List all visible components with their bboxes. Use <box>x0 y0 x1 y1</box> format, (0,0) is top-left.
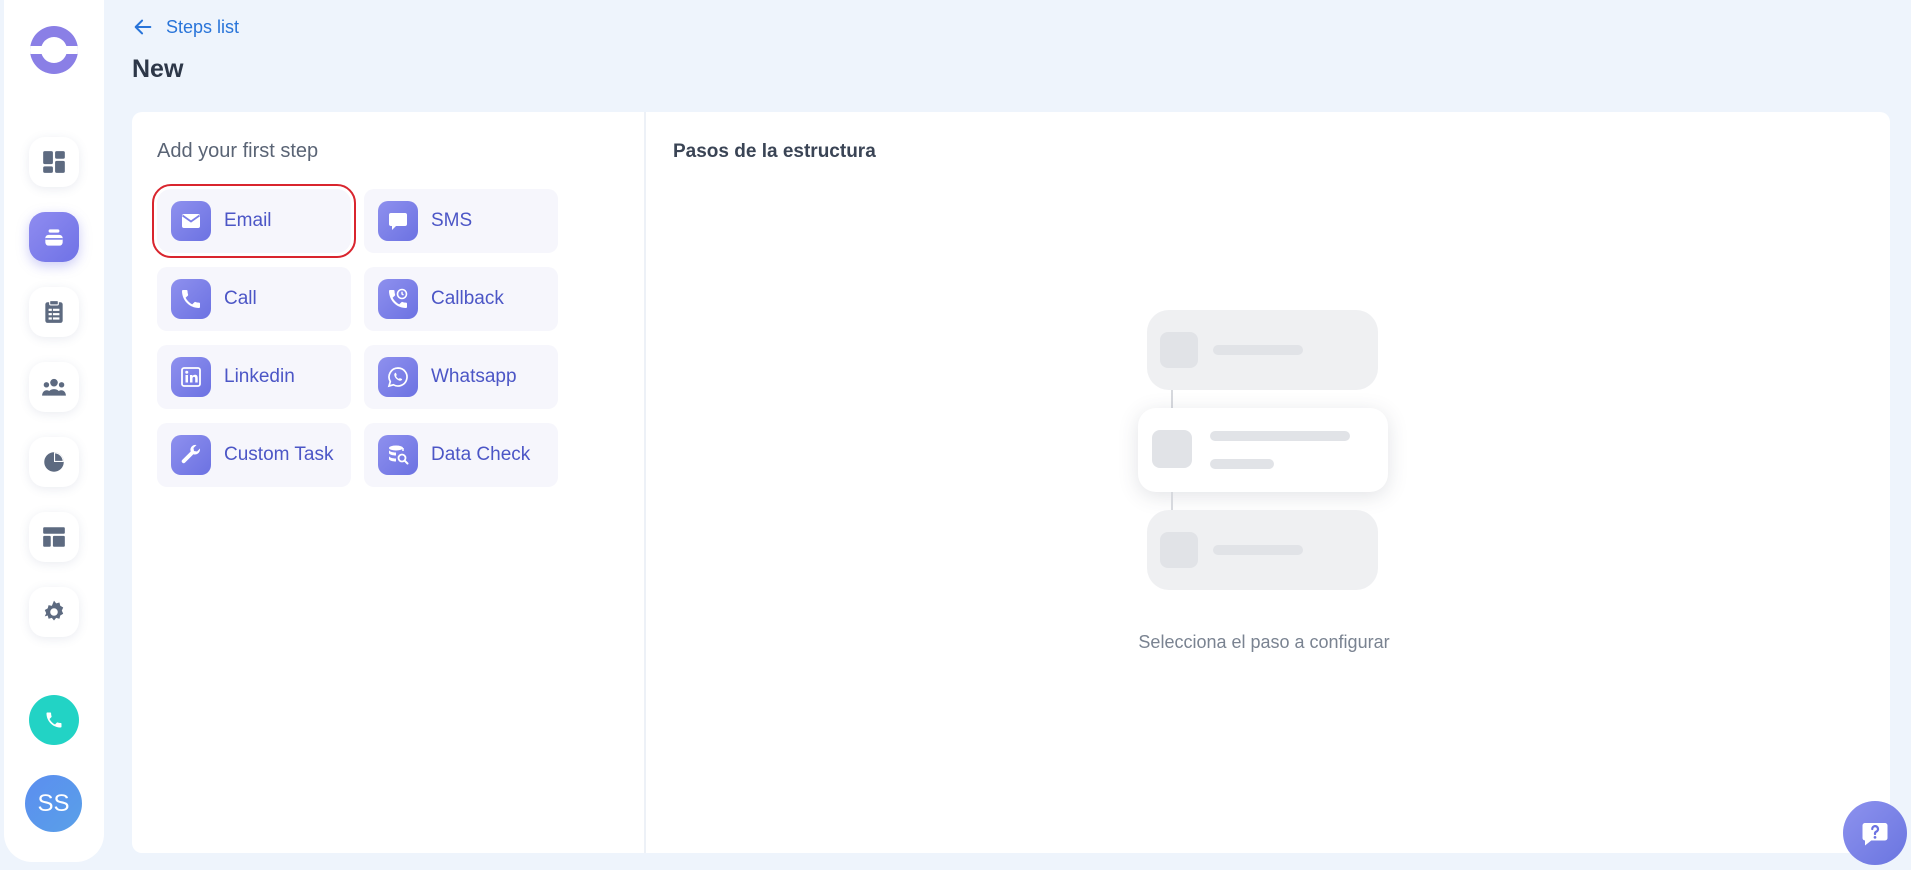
step-option-label: Email <box>224 210 272 231</box>
dashboard-icon[interactable] <box>29 137 79 187</box>
empty-state-message: Selecciona el paso a configurar <box>1138 632 1390 652</box>
reports-icon[interactable] <box>29 437 79 487</box>
step-option-custom-task[interactable]: Custom Task <box>157 423 351 487</box>
wrench-icon <box>171 435 211 475</box>
back-link-label: Steps list <box>166 16 240 37</box>
structure-steps-panel: Pasos de la estructura Selecciona el pas… <box>646 112 1890 853</box>
step-option-data-check[interactable]: Data Check <box>364 423 558 487</box>
chat-icon <box>378 201 418 241</box>
step-option-label: Linkedin <box>224 366 295 387</box>
step-picker-heading: Add your first step <box>157 140 319 162</box>
step-option-label: Call <box>224 288 257 309</box>
logo[interactable] <box>30 26 78 74</box>
help-button[interactable] <box>1843 801 1907 865</box>
step-option-label: Custom Task <box>224 444 334 465</box>
placeholder-card <box>1147 510 1378 590</box>
structure-steps-heading: Pasos de la estructura <box>673 141 876 162</box>
step-picker-panel: Add your first step Email SMS Call Callb… <box>132 112 644 853</box>
database-search-icon <box>378 435 418 475</box>
contacts-icon[interactable] <box>29 362 79 412</box>
avatar[interactable]: SS <box>25 775 82 832</box>
step-option-email[interactable]: Email <box>152 184 356 258</box>
phone-icon <box>171 279 211 319</box>
placeholder-card <box>1147 310 1378 390</box>
step-option-callback[interactable]: Callback <box>364 267 558 331</box>
whatsapp-icon <box>378 357 418 397</box>
step-option-label: Callback <box>431 288 504 309</box>
step-option-sms[interactable]: SMS <box>364 189 558 253</box>
phone-icon <box>46 712 62 728</box>
back-to-steps-list-link[interactable]: Steps list <box>132 16 239 38</box>
placeholder-card-highlighted <box>1138 408 1388 492</box>
empty-state-illustration <box>1138 310 1388 600</box>
step-option-linkedin[interactable]: Linkedin <box>157 345 351 409</box>
step-option-label: Data Check <box>431 444 531 465</box>
templates-icon[interactable] <box>29 512 79 562</box>
step-option-label: SMS <box>431 210 473 231</box>
step-option-label: Whatsapp <box>431 366 517 387</box>
gear-icon[interactable] <box>29 587 79 637</box>
callback-icon <box>378 279 418 319</box>
linkedin-icon <box>171 357 211 397</box>
email-icon <box>171 201 211 241</box>
phone-button[interactable] <box>29 695 79 745</box>
tasks-icon[interactable] <box>29 287 79 337</box>
step-option-whatsapp[interactable]: Whatsapp <box>364 345 558 409</box>
help-chat-icon <box>1862 823 1888 846</box>
sequences-icon[interactable] <box>29 212 79 262</box>
arrow-left-icon <box>134 19 152 35</box>
page-title: New <box>132 55 184 83</box>
sidebar: SS <box>4 0 104 862</box>
step-option-call[interactable]: Call <box>157 267 351 331</box>
